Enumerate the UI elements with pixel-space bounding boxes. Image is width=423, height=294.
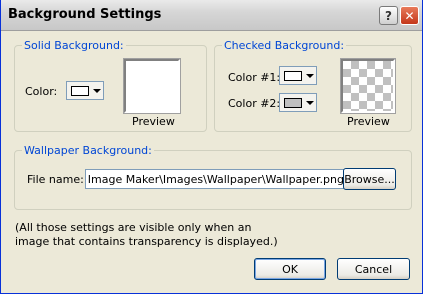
solid-background-group: Solid Background: Color: Preview	[14, 39, 207, 132]
checked-preview	[340, 58, 396, 114]
dialog-title: Background Settings	[8, 7, 162, 22]
color2-picker[interactable]	[279, 93, 317, 112]
chevron-down-icon	[306, 74, 314, 78]
file-name-label: File name:	[27, 173, 84, 186]
checked-background-group: Checked Background: Color #1: Color #2: …	[214, 39, 412, 132]
cancel-button-label: Cancel	[354, 262, 393, 276]
ok-button-label: OK	[282, 262, 298, 276]
wallpaper-background-group: Wallpaper Background: File name: eo Imag…	[14, 144, 412, 210]
note-line-2: image that contains transparency is disp…	[15, 235, 278, 248]
checked-preview-label: Preview	[347, 115, 390, 128]
wallpaper-file-value: eo Image Maker\Images\Wallpaper\Wallpape…	[85, 173, 344, 186]
color2-label: Color #2:	[228, 97, 281, 110]
ok-button[interactable]: OK	[254, 258, 326, 280]
cancel-button[interactable]: Cancel	[337, 258, 410, 280]
color1-swatch	[284, 71, 302, 81]
browse-button[interactable]: Browse...	[343, 168, 396, 190]
background-settings-dialog: Background Settings ? ✕ Solid Background…	[0, 0, 423, 294]
solid-color-swatch	[71, 86, 89, 96]
chevron-down-icon	[306, 101, 314, 105]
chevron-down-icon	[93, 89, 101, 93]
color1-label: Color #1:	[228, 71, 281, 84]
solid-preview-label: Preview	[132, 115, 175, 128]
wallpaper-file-input[interactable]: eo Image Maker\Images\Wallpaper\Wallpape…	[85, 169, 347, 189]
close-icon: ✕	[404, 8, 415, 23]
wallpaper-background-legend: Wallpaper Background:	[22, 144, 154, 157]
help-icon: ?	[385, 8, 392, 23]
solid-preview	[123, 58, 181, 114]
solid-color-picker[interactable]	[66, 81, 104, 100]
note-line-1: (All those settings are visible only whe…	[15, 221, 252, 234]
help-button[interactable]: ?	[379, 6, 398, 25]
checked-background-legend: Checked Background:	[222, 39, 347, 52]
solid-color-label: Color:	[25, 85, 58, 98]
title-bar[interactable]: Background Settings ? ✕	[1, 0, 422, 31]
transparency-note: (All those settings are visible only whe…	[15, 221, 315, 249]
solid-background-legend: Solid Background:	[22, 39, 126, 52]
color2-swatch	[284, 98, 302, 108]
close-button[interactable]: ✕	[400, 6, 419, 25]
color1-picker[interactable]	[279, 66, 317, 85]
browse-button-label: Browse...	[344, 172, 395, 186]
